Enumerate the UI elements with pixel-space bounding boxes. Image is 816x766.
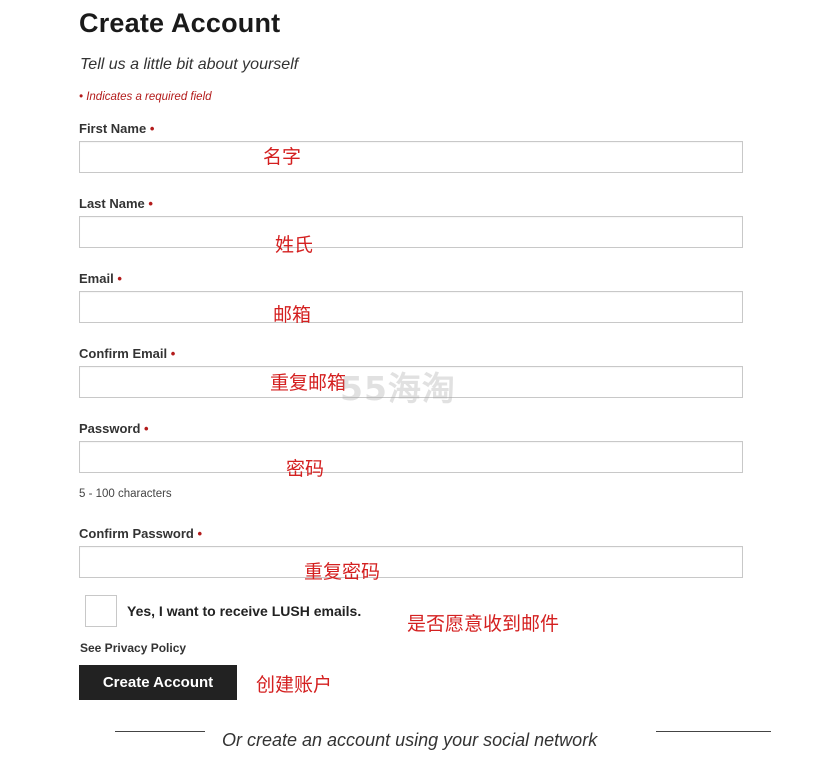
create-account-page: Create Account Tell us a little bit abou…: [0, 0, 816, 766]
watermark-logo: 55海淘: [340, 369, 456, 408]
first-name-input[interactable]: [79, 141, 743, 173]
last-name-label: Last Name •: [79, 196, 153, 211]
last-name-annotation: 姓氏: [275, 234, 314, 256]
confirm-password-annotation: 重复密码: [304, 561, 381, 583]
password-hint: 5 - 100 characters: [79, 488, 172, 500]
required-marker: •: [149, 121, 155, 136]
last-name-input[interactable]: [79, 216, 743, 248]
newsletter-checkbox[interactable]: [85, 595, 117, 627]
email-label: Email •: [79, 271, 122, 286]
confirm-password-label-text: Confirm Password: [79, 526, 194, 541]
required-marker: •: [144, 421, 149, 436]
page-title: Create Account: [79, 8, 281, 38]
email-annotation: 邮箱: [273, 304, 312, 326]
confirm-email-label-text: Confirm Email: [79, 346, 168, 361]
required-marker: •: [170, 346, 176, 361]
required-marker: •: [117, 271, 122, 286]
first-name-label: First Name •: [79, 121, 154, 136]
last-name-label-text: Last Name: [79, 196, 145, 211]
required-marker: •: [148, 196, 153, 211]
privacy-policy-link[interactable]: See Privacy Policy: [80, 641, 186, 655]
newsletter-label[interactable]: Yes, I want to receive LUSH emails.: [127, 603, 361, 619]
password-input[interactable]: [79, 441, 743, 473]
password-annotation: 密码: [286, 458, 325, 480]
required-field-note: • Indicates a required field: [79, 91, 212, 103]
divider-right: [656, 731, 771, 732]
newsletter-annotation: 是否愿意收到邮件: [407, 613, 560, 635]
create-account-annotation: 创建账户: [256, 674, 333, 696]
confirm-password-input[interactable]: [79, 546, 743, 578]
email-label-text: Email: [79, 271, 114, 286]
required-marker: •: [197, 526, 203, 541]
create-account-button[interactable]: Create Account: [79, 665, 237, 700]
password-label-text: Password: [79, 421, 141, 436]
social-signup-text: Or create an account using your social n…: [222, 730, 598, 750]
first-name-annotation: 名字: [263, 146, 302, 168]
first-name-label-text: First Name: [79, 121, 147, 136]
password-label: Password •: [79, 421, 149, 436]
confirm-email-annotation: 重复邮箱: [270, 372, 347, 394]
divider-left: [115, 731, 205, 732]
confirm-email-label: Confirm Email •: [79, 346, 175, 361]
page-subtitle: Tell us a little bit about yourself: [80, 56, 299, 73]
confirm-password-label: Confirm Password •: [79, 526, 202, 541]
email-input[interactable]: [79, 291, 743, 323]
